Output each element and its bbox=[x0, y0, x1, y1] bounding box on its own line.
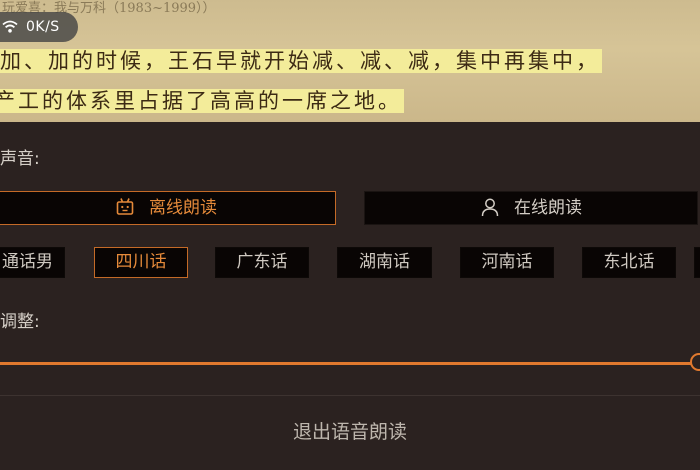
dialect-hunan[interactable]: 湖南话 bbox=[337, 247, 432, 278]
dialect-northeast[interactable]: 东北话 bbox=[582, 247, 676, 278]
reading-page: 玩爱喜：我与万科（1983~1999）） 加、加的时候，王石早就开始减、减、减，… bbox=[0, 0, 700, 122]
online-reading-button[interactable]: 在线朗读 bbox=[364, 191, 698, 225]
person-icon bbox=[481, 198, 499, 217]
speed-slider-thumb[interactable] bbox=[690, 353, 700, 371]
highlighted-text: 加、加的时候，王石早就开始减、减、减，集中再集中， bbox=[0, 49, 602, 73]
offline-reading-label: 离线朗读 bbox=[149, 198, 217, 218]
text-line: 产工的体系里占据了高高的一席之地。 bbox=[0, 88, 404, 114]
voice-reading-panel: 声音: 离线朗读 在线朗读 通话男 四川话 广东话 湖南话 河南话 东北话 调整… bbox=[0, 122, 700, 470]
highlighted-text: 产工的体系里占据了高高的一席之地。 bbox=[0, 89, 404, 113]
dialect-mandarin-male[interactable]: 通话男 bbox=[0, 247, 65, 278]
voice-section-label: 声音: bbox=[0, 149, 40, 169]
offline-reading-button[interactable]: 离线朗读 bbox=[0, 191, 336, 225]
exit-voice-reading-button[interactable]: 退出语音朗读 bbox=[200, 396, 500, 470]
wifi-icon bbox=[2, 20, 18, 33]
online-reading-label: 在线朗读 bbox=[514, 198, 582, 218]
text-line: 加、加的时候，王石早就开始减、减、减，集中再集中， bbox=[0, 48, 602, 74]
speed-slider-track[interactable] bbox=[0, 362, 694, 365]
network-speed: 0K/S bbox=[26, 19, 60, 35]
dialect-cantonese[interactable]: 广东话 bbox=[215, 247, 309, 278]
robot-icon bbox=[116, 198, 134, 215]
dialect-more[interactable] bbox=[694, 247, 700, 278]
dialect-henan[interactable]: 河南话 bbox=[460, 247, 554, 278]
dialect-sichuan[interactable]: 四川话 bbox=[94, 247, 188, 278]
network-status-pill: 0K/S bbox=[0, 12, 78, 42]
speed-section-label: 调整: bbox=[0, 312, 40, 332]
